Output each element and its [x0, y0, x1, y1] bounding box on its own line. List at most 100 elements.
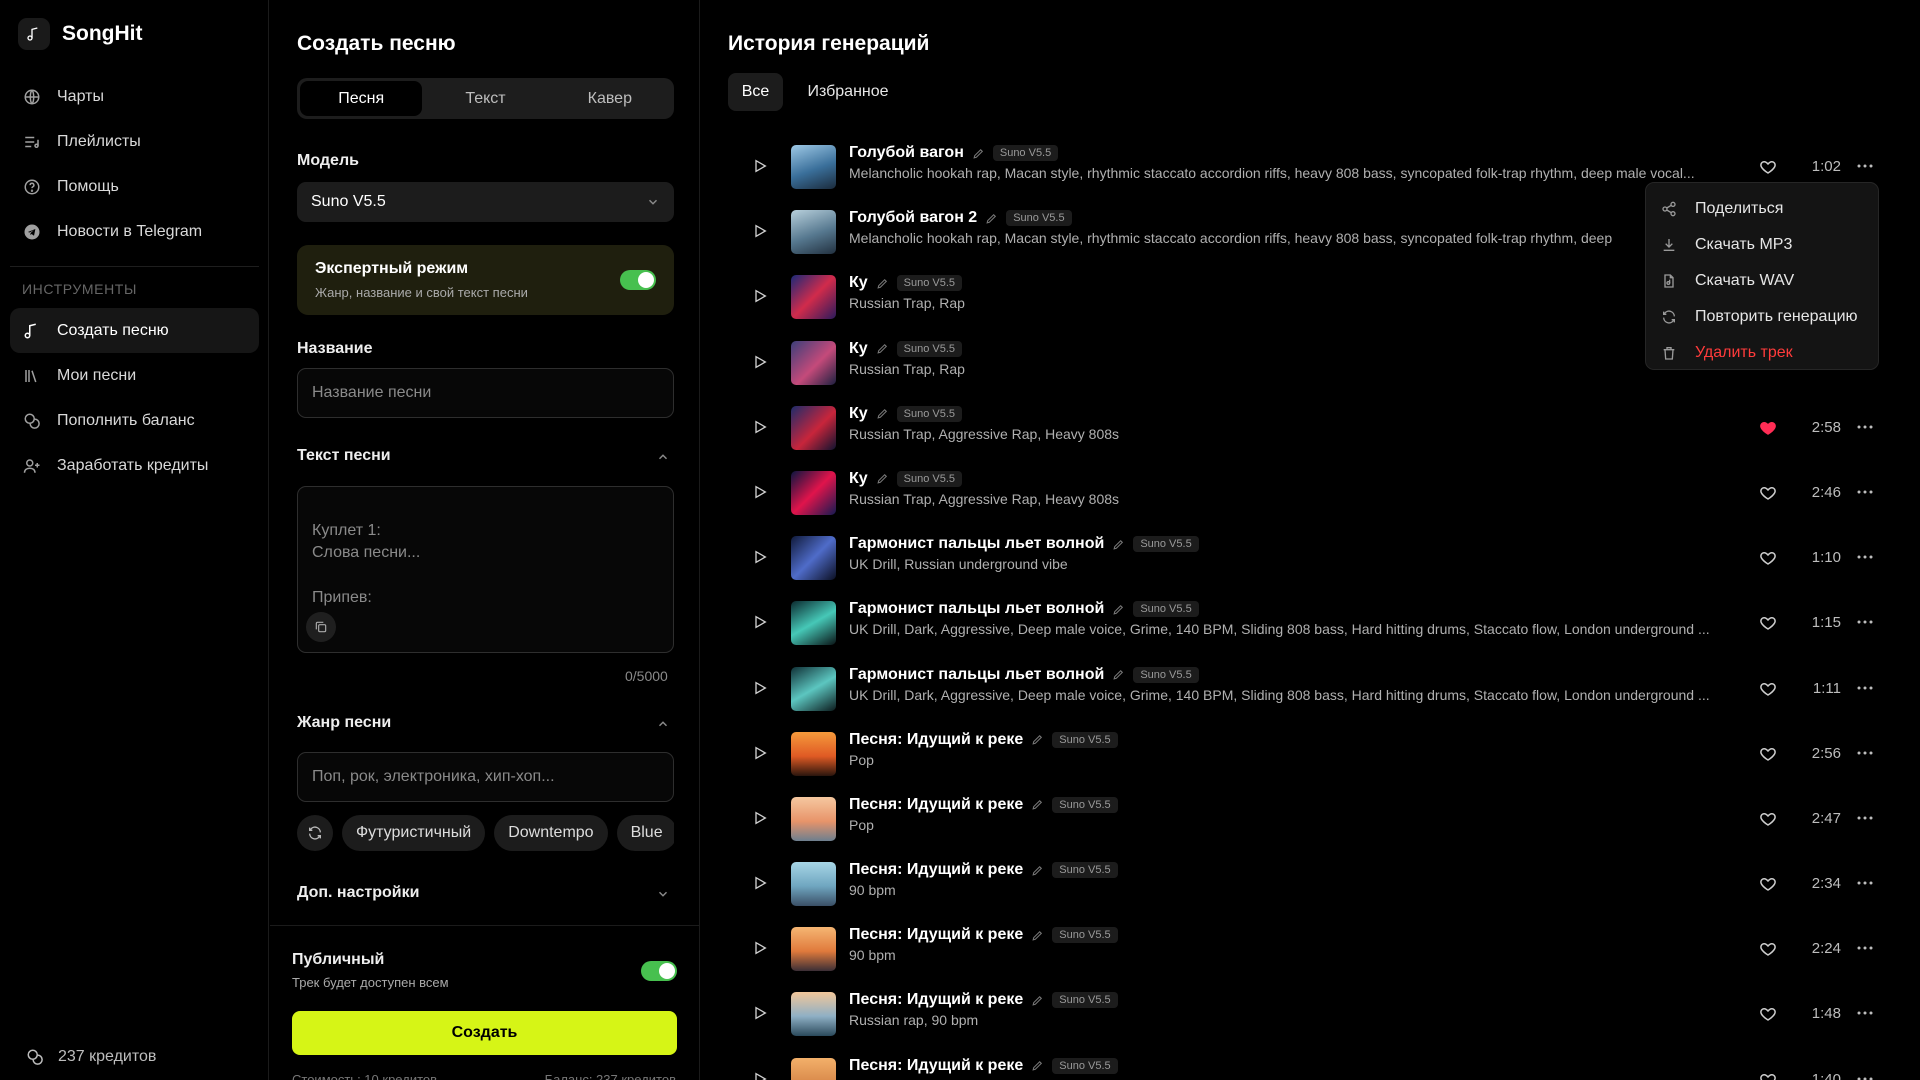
- track-row[interactable]: Гармонист пальцы льет волной Suno V5.5 UK …: [701, 525, 1920, 590]
- track-cover[interactable]: [791, 992, 836, 1037]
- app-logo[interactable]: SongHit: [18, 18, 142, 50]
- expert-mode-toggle[interactable]: [620, 270, 656, 290]
- like-icon[interactable]: [1759, 810, 1777, 828]
- play-icon[interactable]: [752, 288, 768, 304]
- like-icon[interactable]: [1759, 1005, 1777, 1023]
- track-cover[interactable]: [791, 731, 836, 776]
- shuffle-genres-button[interactable]: [297, 815, 333, 851]
- like-icon[interactable]: [1759, 549, 1777, 567]
- tab-song[interactable]: Песня: [300, 81, 423, 116]
- like-icon[interactable]: [1759, 1071, 1777, 1080]
- edit-icon[interactable]: [876, 277, 889, 290]
- play-icon[interactable]: [752, 549, 768, 565]
- track-row[interactable]: Гармонист пальцы льет волной Suno V5.5 UK …: [701, 590, 1920, 655]
- track-row[interactable]: Песня: Идущий к реке Suno V5.5 90 bpm 2:24: [701, 916, 1920, 981]
- edit-icon[interactable]: [1031, 1059, 1044, 1072]
- filter-favorites[interactable]: Избранное: [793, 73, 903, 111]
- sidebar-item-charts[interactable]: Чарты: [10, 74, 259, 119]
- track-row[interactable]: Песня: Идущий к реке Suno V5.5 90 bpm 2:34: [701, 851, 1920, 916]
- more-icon[interactable]: [1857, 1077, 1873, 1080]
- more-icon[interactable]: [1857, 946, 1873, 950]
- sidebar-item-playlists[interactable]: Плейлисты: [10, 119, 259, 164]
- more-icon[interactable]: [1857, 490, 1873, 494]
- tab-cover[interactable]: Кавер: [549, 81, 671, 116]
- more-icon[interactable]: [1857, 686, 1873, 690]
- track-row[interactable]: Ку Suno V5.5 Russian Trap, Aggressive Rap,…: [701, 395, 1920, 460]
- edit-icon[interactable]: [1031, 864, 1044, 877]
- track-cover[interactable]: [791, 536, 836, 581]
- sidebar-item-top-up[interactable]: Пополнить баланс: [10, 398, 259, 443]
- edit-icon[interactable]: [985, 212, 998, 225]
- edit-icon[interactable]: [1031, 994, 1044, 1007]
- attach-button[interactable]: [306, 612, 336, 642]
- edit-icon[interactable]: [1031, 733, 1044, 746]
- play-icon[interactable]: [752, 158, 768, 174]
- track-row[interactable]: Песня: Идущий к реке Suno V5.5 Pop 2:56: [701, 721, 1920, 786]
- track-cover[interactable]: [791, 1057, 836, 1080]
- more-icon[interactable]: [1857, 1011, 1873, 1015]
- play-icon[interactable]: [752, 223, 768, 239]
- sidebar-item-create-song[interactable]: Создать песню: [10, 308, 259, 353]
- edit-icon[interactable]: [972, 147, 985, 160]
- play-icon[interactable]: [752, 940, 768, 956]
- chevron-down-icon[interactable]: [656, 887, 670, 901]
- more-icon[interactable]: [1857, 816, 1873, 820]
- chevron-up-icon[interactable]: [656, 717, 670, 731]
- menu-item-regenerate[interactable]: Повторить генерацию: [1646, 299, 1878, 335]
- lyrics-textarea[interactable]: Куплет 1: Слова песни... Припев: ...: [297, 486, 674, 653]
- like-icon[interactable]: [1759, 745, 1777, 763]
- tab-lyrics[interactable]: Текст: [424, 81, 546, 116]
- menu-item-delete[interactable]: Удалить трек: [1646, 335, 1878, 371]
- play-icon[interactable]: [752, 1005, 768, 1021]
- chevron-up-icon[interactable]: [656, 450, 670, 464]
- model-select[interactable]: Suno V5.5: [297, 182, 674, 222]
- sidebar-item-my-songs[interactable]: Мои песни: [10, 353, 259, 398]
- play-icon[interactable]: [752, 875, 768, 891]
- play-icon[interactable]: [752, 484, 768, 500]
- like-icon[interactable]: [1759, 158, 1777, 176]
- edit-icon[interactable]: [1112, 538, 1125, 551]
- play-icon[interactable]: [752, 680, 768, 696]
- track-cover[interactable]: [791, 927, 836, 972]
- sidebar-item-earn-credits[interactable]: Заработать кредиты: [10, 443, 259, 488]
- menu-item-download-wav[interactable]: Скачать WAV: [1646, 263, 1878, 299]
- track-cover[interactable]: [791, 340, 836, 385]
- extra-settings-label[interactable]: Доп. настройки: [297, 884, 419, 902]
- play-icon[interactable]: [752, 614, 768, 630]
- play-icon[interactable]: [752, 1071, 768, 1080]
- play-icon[interactable]: [752, 810, 768, 826]
- sidebar-item-telegram[interactable]: Новости в Telegram: [10, 209, 259, 254]
- track-cover[interactable]: [791, 862, 836, 907]
- menu-item-share[interactable]: Поделиться: [1646, 191, 1878, 227]
- more-icon[interactable]: [1857, 164, 1873, 168]
- like-icon[interactable]: [1759, 484, 1777, 502]
- song-name-input[interactable]: Название песни: [297, 368, 674, 418]
- edit-icon[interactable]: [1112, 603, 1125, 616]
- track-cover[interactable]: [791, 275, 836, 320]
- track-cover[interactable]: [791, 601, 836, 646]
- more-icon[interactable]: [1857, 620, 1873, 624]
- play-icon[interactable]: [752, 419, 768, 435]
- track-row[interactable]: Ку Suno V5.5 Russian Trap, Aggressive Rap,…: [701, 460, 1920, 525]
- like-icon[interactable]: [1759, 875, 1777, 893]
- play-icon[interactable]: [752, 745, 768, 761]
- create-button[interactable]: Создать: [292, 1011, 677, 1055]
- more-icon[interactable]: [1857, 881, 1873, 885]
- play-icon[interactable]: [752, 354, 768, 370]
- genre-chip[interactable]: Футуристичный: [342, 815, 486, 851]
- track-cover[interactable]: [791, 666, 836, 711]
- track-cover[interactable]: [791, 796, 836, 841]
- edit-icon[interactable]: [1112, 668, 1125, 681]
- more-icon[interactable]: [1857, 555, 1873, 559]
- like-icon[interactable]: [1759, 614, 1777, 632]
- sidebar-item-help[interactable]: Помощь: [10, 164, 259, 209]
- track-cover[interactable]: [791, 145, 836, 189]
- track-row[interactable]: Песня: Идущий к реке Suno V5.5 Russian rap…: [701, 981, 1920, 1046]
- credits-balance[interactable]: 237 кредитов: [26, 1048, 156, 1066]
- edit-icon[interactable]: [876, 342, 889, 355]
- track-row[interactable]: Песня: Идущий к реке Suno V5.5 Pop 2:47: [701, 786, 1920, 851]
- edit-icon[interactable]: [876, 472, 889, 485]
- edit-icon[interactable]: [1031, 929, 1044, 942]
- like-icon[interactable]: [1759, 680, 1777, 698]
- edit-icon[interactable]: [876, 407, 889, 420]
